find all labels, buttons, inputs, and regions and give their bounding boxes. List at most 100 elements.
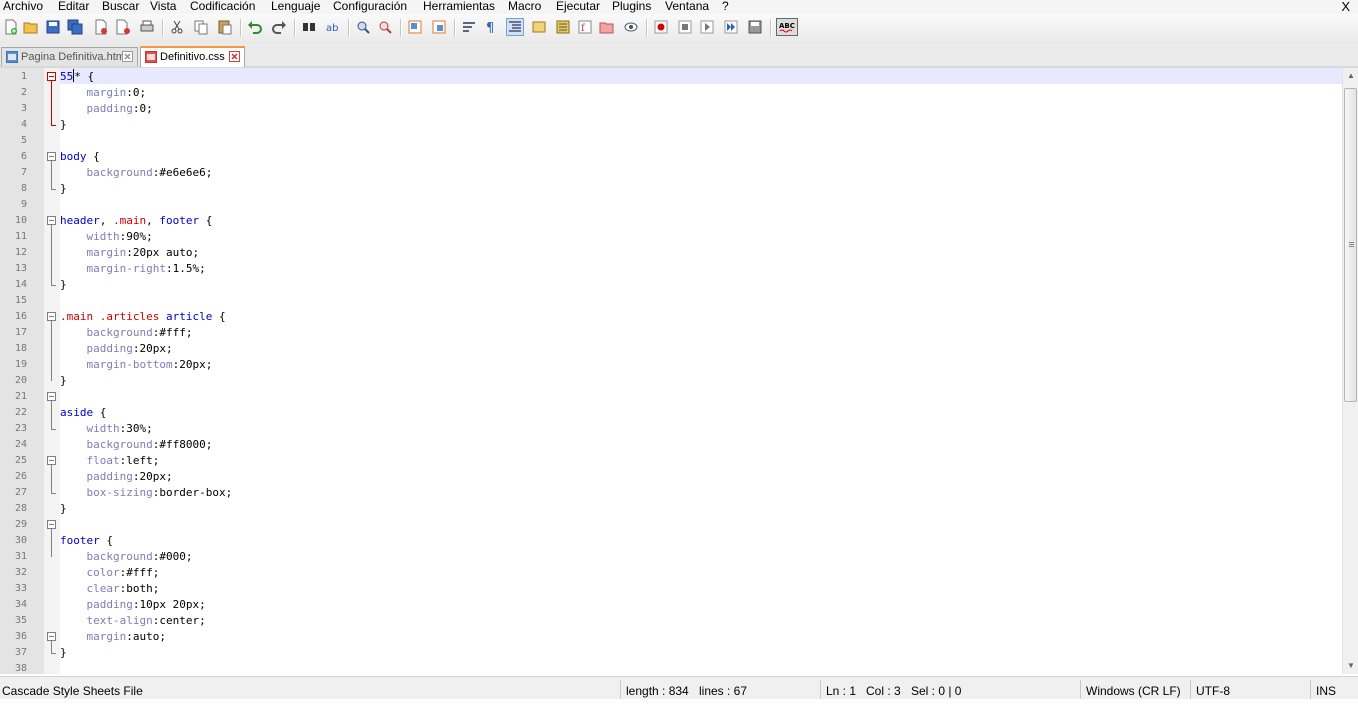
menu-archivo[interactable]: Archivo	[3, 0, 43, 13]
scroll-thumb[interactable]	[1344, 88, 1357, 402]
menu-ventana[interactable]: Ventana	[665, 0, 709, 13]
save-macro-icon[interactable]	[746, 18, 764, 36]
menu-codificacion[interactable]: Codificación	[190, 0, 255, 13]
record-macro-icon[interactable]	[652, 18, 670, 36]
fold-toggle-icon[interactable]	[47, 312, 56, 321]
close-tab-icon[interactable]	[229, 51, 240, 62]
code-line[interactable]: padding:20px;	[60, 469, 173, 485]
fold-toggle-icon[interactable]	[47, 72, 56, 81]
code-line[interactable]: padding:10px 20px;	[60, 597, 206, 613]
menu-buscar[interactable]: Buscar	[102, 0, 139, 13]
spell-check-icon[interactable]: ABC	[776, 18, 798, 36]
code-line[interactable]: color:#fff;	[60, 565, 160, 581]
code-line[interactable]: }	[60, 645, 67, 661]
menu-editar[interactable]: Editar	[58, 0, 89, 13]
code-line[interactable]: margin-bottom:20px;	[60, 357, 213, 373]
code-line[interactable]: }	[60, 117, 67, 133]
redo-icon[interactable]	[270, 18, 288, 36]
scroll-up-icon[interactable]: ▲	[1343, 68, 1358, 84]
sync-vertical-icon[interactable]	[406, 18, 424, 36]
code-line[interactable]: body {	[60, 149, 100, 165]
print-icon[interactable]	[138, 18, 156, 36]
cut-icon[interactable]	[168, 18, 186, 36]
code-line[interactable]: background:#ff8000;	[60, 437, 213, 453]
code-line[interactable]: footer {	[60, 533, 113, 549]
monitoring-eye-icon[interactable]	[622, 18, 640, 36]
tab-pagina-definitiva[interactable]: Pagina Definitiva.html	[1, 47, 138, 66]
menu-herramientas[interactable]: Herramientas	[423, 0, 495, 13]
open-file-icon[interactable]	[22, 18, 40, 36]
code-editor[interactable]: 1 2 3 4 5 6 7 8 9 10 11 12 13 14 15 16 17 18 19 20 21 22 23 24 2…	[0, 68, 1358, 674]
show-all-chars-icon[interactable]: ¶	[482, 18, 500, 36]
code-line[interactable]: }	[60, 501, 67, 517]
menu-configuracion[interactable]: Configuración	[333, 0, 407, 13]
close-tab-icon[interactable]	[122, 51, 133, 62]
code-line[interactable]: background:#e6e6e6;	[60, 165, 213, 181]
code-line[interactable]: padding:0;	[60, 101, 153, 117]
code-line[interactable]: .main .articles article {	[60, 309, 226, 325]
stop-macro-icon[interactable]	[676, 18, 694, 36]
close-document-button[interactable]: X	[1341, 0, 1350, 13]
code-line[interactable]: width:90%;	[60, 229, 153, 245]
code-line[interactable]: }	[60, 181, 67, 197]
undo-icon[interactable]	[246, 18, 264, 36]
zoom-out-icon[interactable]	[376, 18, 394, 36]
code-line[interactable]: margin-right:1.5%;	[60, 261, 206, 277]
folder-workspace-icon[interactable]	[598, 18, 616, 36]
replace-icon[interactable]: ab	[324, 18, 342, 36]
code-line[interactable]: header, .main, footer {	[60, 213, 212, 229]
function-list-icon[interactable]: f	[576, 18, 594, 36]
fold-toggle-icon[interactable]	[47, 456, 56, 465]
vertical-scrollbar[interactable]: ▲ ▼	[1342, 68, 1358, 674]
indent-guide-icon[interactable]	[506, 18, 524, 36]
fold-toggle-icon[interactable]	[47, 520, 56, 529]
menu-vista[interactable]: Vista	[150, 0, 176, 13]
menu-macro[interactable]: Macro	[508, 0, 541, 13]
fold-toggle-icon[interactable]	[47, 152, 56, 161]
fold-margin[interactable]	[44, 68, 60, 674]
tab-definitivo-css[interactable]: Definitivo.css	[140, 46, 245, 67]
encoding-label[interactable]: UTF-8	[1196, 677, 1230, 705]
menu-help[interactable]: ?	[722, 0, 729, 13]
code-line[interactable]: width:30%;	[60, 421, 153, 437]
code-line[interactable]: }	[60, 373, 67, 389]
fold-toggle-icon[interactable]	[47, 632, 56, 641]
insert-mode-label[interactable]: INS	[1316, 677, 1336, 705]
code-text-area[interactable]: 55* { margin:0; padding:0;} body { backgr…	[60, 68, 1342, 674]
code-line[interactable]: background:#fff;	[60, 325, 193, 341]
save-icon[interactable]	[44, 18, 62, 36]
user-defined-language-icon[interactable]	[530, 18, 548, 36]
word-wrap-icon[interactable]	[460, 18, 478, 36]
eol-format-label[interactable]: Windows (CR LF)	[1086, 677, 1181, 705]
run-macro-multiple-icon[interactable]	[722, 18, 740, 36]
find-icon[interactable]	[300, 18, 318, 36]
code-line[interactable]: margin:20px auto;	[60, 245, 200, 261]
close-file-icon[interactable]	[92, 18, 110, 36]
code-line[interactable]: float:left;	[60, 453, 160, 469]
code-line[interactable]: 55* {	[60, 69, 94, 85]
fold-toggle-icon[interactable]	[47, 216, 56, 225]
play-macro-icon[interactable]	[698, 18, 716, 36]
save-all-icon[interactable]	[66, 18, 84, 36]
menu-lenguaje[interactable]: Lenguaje	[271, 0, 320, 13]
close-all-icon[interactable]	[114, 18, 132, 36]
code-line[interactable]: margin:auto;	[60, 629, 167, 645]
new-file-icon[interactable]	[2, 18, 20, 36]
menu-plugins[interactable]: Plugins	[612, 0, 651, 13]
zoom-in-icon[interactable]	[354, 18, 372, 36]
document-map-icon[interactable]	[554, 18, 572, 36]
sync-horizontal-icon[interactable]	[430, 18, 448, 36]
copy-icon[interactable]	[192, 18, 210, 36]
code-line[interactable]: padding:20px;	[60, 341, 173, 357]
code-line[interactable]: box-sizing:border-box;	[60, 485, 233, 501]
menu-ejecutar[interactable]: Ejecutar	[556, 0, 600, 13]
code-line[interactable]: text-align:center;	[60, 613, 206, 629]
code-line[interactable]: aside {	[60, 405, 106, 421]
code-line[interactable]: clear:both;	[60, 581, 160, 597]
code-line[interactable]: background:#000;	[60, 549, 193, 565]
code-line[interactable]: }	[60, 277, 67, 293]
fold-toggle-icon[interactable]	[47, 392, 56, 401]
code-line[interactable]: margin:0;	[60, 85, 147, 101]
scroll-down-icon[interactable]: ▼	[1343, 658, 1358, 674]
paste-icon[interactable]	[216, 18, 234, 36]
